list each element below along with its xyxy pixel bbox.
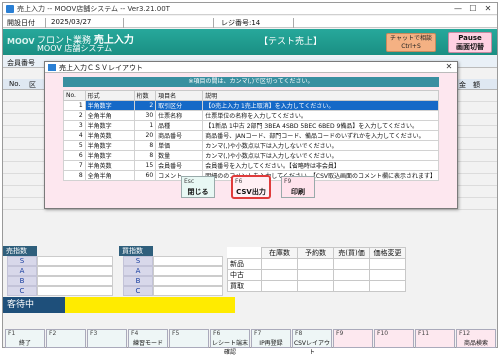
sell-grade-a: A xyxy=(7,266,37,276)
dialog-close-button[interactable]: Esc 閉じる xyxy=(181,176,215,198)
stock-table: 在庫数 予約数 売(買)価 価格変更 新品 中古 買取 xyxy=(227,247,406,292)
table-row[interactable]: 3 半角数字 1 品種 【1新品 1中古 2部門 3BEA 4SBD 5BEC … xyxy=(63,120,439,131)
f9-button[interactable]: F9 xyxy=(333,329,373,348)
dialog-title-bar: 売上入力ＣＳＶレイアウト ✕ xyxy=(45,62,457,73)
f4-practice-mode-button[interactable]: F4 練習モード xyxy=(128,329,168,348)
csv-layout-table: No. 形式 桁数 項目名 説明 1 半角数字 2 取引区分 【0売上入力 1売… xyxy=(63,90,439,181)
function-key-bar: F1 終了 F2 F3 F4 練習モード F5 F6 レシート端末確認 F7 IP再登録… xyxy=(3,329,497,356)
stock-header: 売(買)価 xyxy=(333,247,370,259)
date-value: 2025/03/27 xyxy=(51,18,92,26)
dialog-title: 売上入力ＣＳＶレイアウト xyxy=(59,64,143,72)
col-header-no: No. xyxy=(63,90,86,101)
stock-header: 在庫数 xyxy=(261,247,298,259)
dialog-close-icon[interactable]: ✕ xyxy=(443,62,455,72)
table-row[interactable]: 7 半角英数 15 会員番号 会員番号を入力してください。【省略時は非会員】 xyxy=(63,160,439,171)
col-header-name: 項目名 xyxy=(155,90,204,101)
csv-note: ※項目の間は、カンマ(,)で区切ってください。 xyxy=(63,77,439,87)
sell-value-c xyxy=(37,286,113,296)
buy-grade-b: B xyxy=(123,276,153,286)
window-title: 売上入力 -- MOOV店舗システム -- Ver3.21.00T xyxy=(17,5,170,13)
buy-index-label: 買指数 xyxy=(119,246,153,256)
f3-button[interactable]: F3 xyxy=(87,329,127,348)
minimize-button[interactable]: — xyxy=(451,3,465,14)
f1-exit-button[interactable]: F1 終了 xyxy=(5,329,45,348)
header-band: MOOV フロント業務 売上入力 MOOV 店舗システム 【テスト売上】 チャッ… xyxy=(3,29,497,55)
info-bar: 開設日付 2025/03/27 レジ番号:14 xyxy=(3,16,497,28)
col-header-desc: 説明 xyxy=(202,90,439,101)
member-number-label: 会員番号 xyxy=(7,59,35,67)
col-header-type: 形式 xyxy=(84,90,135,101)
f11-button[interactable]: F11 xyxy=(415,329,455,348)
sell-value-a xyxy=(37,266,113,276)
csv-export-button[interactable]: F6 CSV出力 xyxy=(231,175,271,199)
waiting-customer-label: 客待中 xyxy=(3,297,65,313)
buy-value-a xyxy=(153,266,223,276)
col-kubun: 区 xyxy=(29,81,36,89)
maximize-button[interactable]: ☐ xyxy=(466,3,480,14)
f10-button[interactable]: F10 xyxy=(374,329,414,348)
print-button[interactable]: F9 印刷 xyxy=(281,176,315,198)
stock-row-used: 中古 xyxy=(227,269,262,281)
chat-consult-button[interactable]: チャットで相談 Ctrl+S xyxy=(386,33,436,52)
sell-value-s xyxy=(37,256,113,266)
stock-row-new: 新品 xyxy=(227,258,262,270)
system-name: MOOV 店舗システム xyxy=(37,44,113,53)
sell-grade-b: B xyxy=(7,276,37,286)
table-row[interactable]: 5 半角数字 8 単価 カンマ(,)や小数点以下は入力しないでください。 xyxy=(63,140,439,151)
sell-value-b xyxy=(37,276,113,286)
register-number: レジ番号:14 xyxy=(221,19,261,27)
buy-grade-c: C xyxy=(123,286,153,296)
stock-header: 予約数 xyxy=(297,247,334,259)
dialog-icon xyxy=(48,64,56,71)
buy-value-b xyxy=(153,276,223,286)
f2-button[interactable]: F2 xyxy=(46,329,86,348)
sell-grade-s: S xyxy=(7,256,37,266)
sell-index-label: 売指数 xyxy=(3,246,37,256)
f12-product-search-button[interactable]: F12 商品検索 xyxy=(456,329,496,348)
col-amount: 金 額 xyxy=(459,81,480,89)
app-icon xyxy=(6,5,14,13)
buy-grade-s: S xyxy=(123,256,153,266)
buy-grade-a: A xyxy=(123,266,153,276)
csv-layout-dialog: 売上入力ＣＳＶレイアウト ✕ ※項目の間は、カンマ(,)で区切ってください。 N… xyxy=(44,61,458,209)
col-no: No. xyxy=(9,80,21,88)
test-mode-label: 【テスト売上】 xyxy=(259,37,323,47)
moov-logo: MOOV xyxy=(7,37,35,46)
stock-header: 価格変更 xyxy=(369,247,406,259)
f8-csv-layout-button[interactable]: F8 CSVレイアウト xyxy=(292,329,332,356)
table-row[interactable]: 2 全角半角 30 仕票名称 仕票単位の名称を入力してください。 xyxy=(63,110,439,121)
title-bar: 売上入力 -- MOOV店舗システム -- Ver3.21.00T — ☐ ✕ xyxy=(3,3,497,15)
buy-value-c xyxy=(153,286,223,296)
app-window: 売上入力 -- MOOV店舗システム -- Ver3.21.00T — ☐ ✕ … xyxy=(2,2,498,356)
table-row[interactable]: 4 半角英数 20 商品番号 商品番号、JANコード、部門コード、備品コードのい… xyxy=(63,130,439,141)
date-label: 開設日付 xyxy=(7,19,35,27)
customer-status-bar xyxy=(65,297,235,313)
stock-row-buyback: 買取 xyxy=(227,280,262,292)
f7-ip-register-button[interactable]: F7 IP再登録 xyxy=(251,329,291,348)
buy-value-s xyxy=(153,256,223,266)
table-row[interactable]: 1 半角数字 2 取引区分 【0売上入力 1売上取消】を入力してください。 xyxy=(63,100,439,111)
f6-receipt-button[interactable]: F6 レシート端末確認 xyxy=(210,329,250,356)
table-row[interactable]: 6 半角数字 8 数量 カンマ(,)や小数点以下は入力しないでください。 xyxy=(63,150,439,161)
close-button[interactable]: ✕ xyxy=(481,3,495,14)
pause-screen-switch-button[interactable]: Pause 画面切替 xyxy=(448,32,492,53)
sell-grade-c: C xyxy=(7,286,37,296)
col-header-digits: 桁数 xyxy=(133,90,157,101)
f5-button[interactable]: F5 xyxy=(169,329,209,348)
